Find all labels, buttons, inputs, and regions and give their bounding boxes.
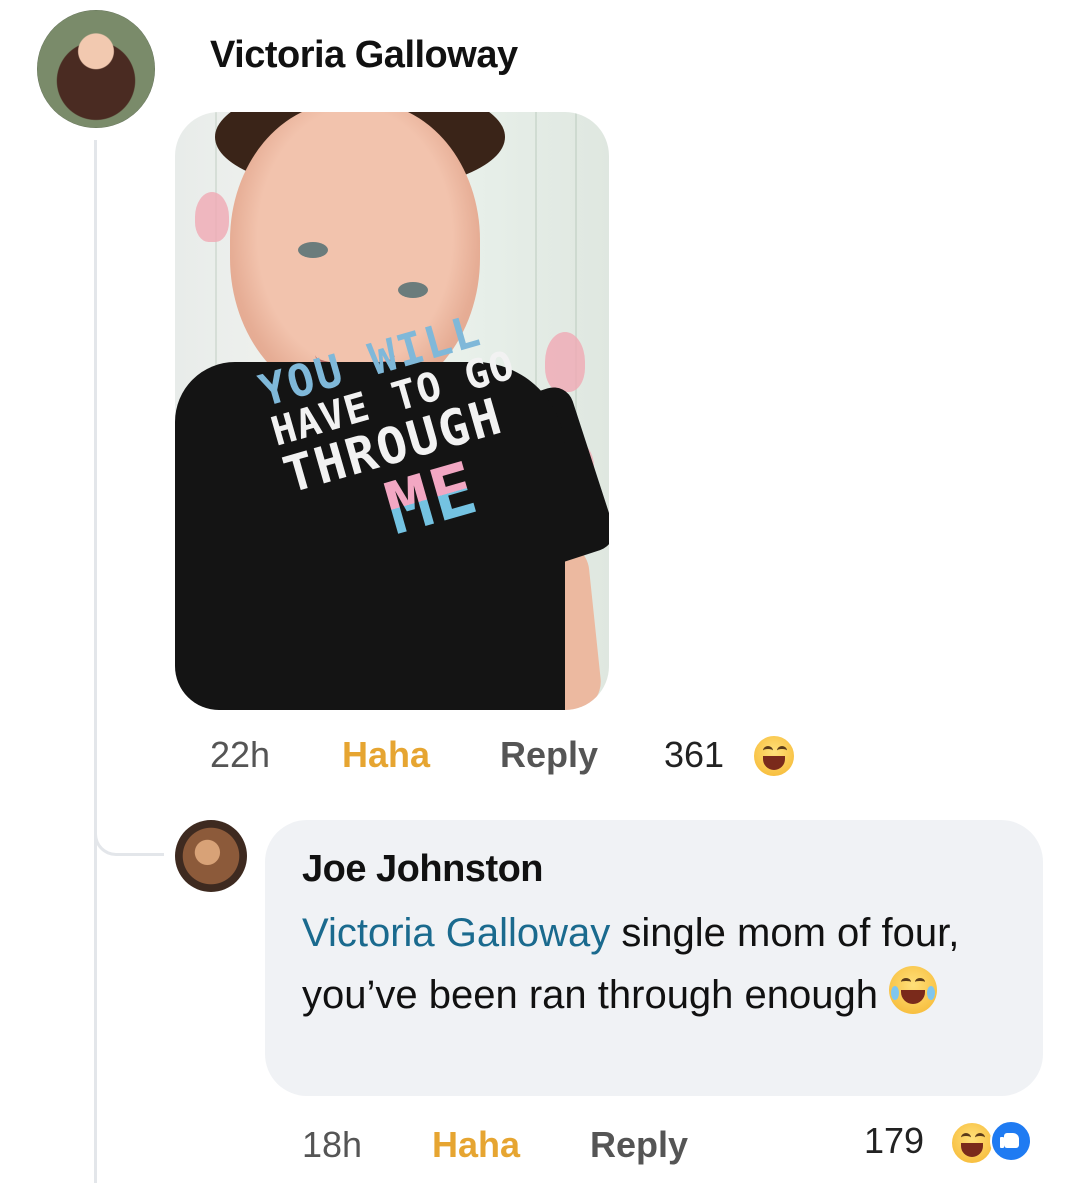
reply-timestamp[interactable]: 18h	[302, 1124, 362, 1166]
flamingo-pattern	[195, 192, 229, 242]
eye	[398, 282, 428, 298]
reply-text: Victoria Galloway single mom of four, yo…	[302, 902, 1022, 1026]
emoji-eye	[763, 746, 773, 755]
reply-haha-button[interactable]: Haha	[432, 1124, 520, 1166]
thread-connector	[94, 780, 164, 856]
thread-line	[94, 140, 97, 1183]
like-thumb	[1004, 1133, 1019, 1148]
comment-reaction-count[interactable]: 361	[664, 734, 724, 776]
eye	[298, 242, 328, 258]
emoji-eye	[961, 1133, 971, 1142]
comment-author-name[interactable]: Victoria Galloway	[210, 34, 518, 77]
joe-avatar[interactable]	[175, 820, 247, 892]
comment-reply-button[interactable]: Reply	[500, 734, 598, 776]
emoji-mouth	[961, 1143, 983, 1157]
victoria-avatar[interactable]	[37, 10, 155, 128]
like-icon[interactable]	[990, 1120, 1032, 1162]
reply-author-name[interactable]: Joe Johnston	[302, 848, 544, 891]
emoji-eye	[975, 1133, 985, 1142]
comment-photo[interactable]: YOU WILL HAVE TO GO THROUGH ME	[175, 112, 609, 710]
reply-reply-button[interactable]: Reply	[590, 1124, 688, 1166]
haha-icon[interactable]	[950, 1121, 994, 1165]
tears-of-joy-icon	[889, 966, 938, 1014]
emoji-eye	[777, 746, 787, 755]
haha-icon[interactable]	[752, 734, 796, 778]
comment-timestamp[interactable]: 22h	[210, 734, 270, 776]
comment-haha-button[interactable]: Haha	[342, 734, 430, 776]
reply-reaction-count[interactable]: 179	[864, 1120, 924, 1162]
emoji-mouth	[763, 756, 785, 770]
mention-link[interactable]: Victoria Galloway	[302, 911, 610, 955]
